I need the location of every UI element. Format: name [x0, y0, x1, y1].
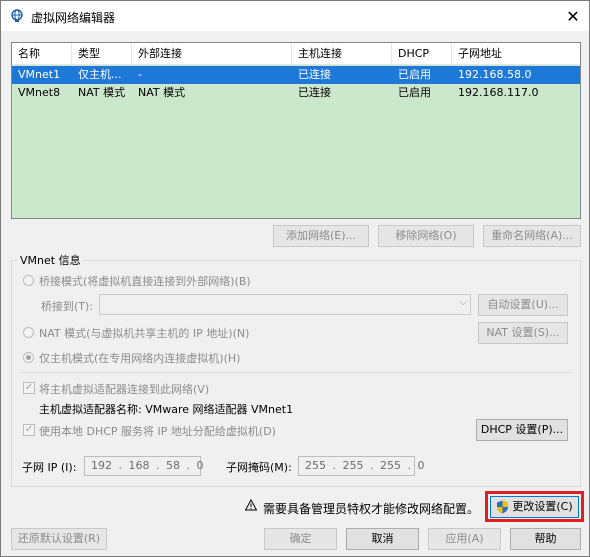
- connect-adapter-checkbox[interactable]: ✓: [23, 382, 35, 394]
- subnet-mask-field[interactable]: 255 . 255 . 255 . 0: [298, 456, 424, 476]
- title-bar: 虚拟网络编辑器 ✕: [1, 1, 589, 31]
- cell-name: VMnet1: [18, 68, 61, 81]
- dhcp-settings-button[interactable]: DHCP 设置(P)...: [476, 419, 568, 441]
- nat-settings-button[interactable]: NAT 设置(S)...: [478, 322, 568, 344]
- cell-external: NAT 模式: [138, 86, 186, 99]
- close-button[interactable]: ✕: [561, 5, 585, 27]
- cell-type: 仅主机...: [78, 68, 122, 81]
- window-title: 虚拟网络编辑器: [31, 11, 116, 25]
- change-settings-label: 更改设置(C): [512, 500, 573, 513]
- table-row[interactable]: VMnet1 仅主机... - 已连接 已启用 192.168.58.0: [12, 66, 580, 84]
- cell-dhcp: 已启用: [398, 86, 431, 99]
- bridge-to-label: 桥接到(T):: [41, 300, 94, 313]
- admin-notice-text: 需要具备管理员特权才能修改网络配置。: [263, 502, 480, 516]
- column-header-dhcp[interactable]: DHCP: [392, 43, 452, 65]
- cell-host: 已连接: [298, 68, 331, 81]
- chevron-down-icon: ⌵: [459, 297, 467, 308]
- cell-subnet: 192.168.117.0: [458, 86, 539, 99]
- column-header-name[interactable]: 名称: [12, 43, 72, 65]
- host-only-radio[interactable]: [23, 352, 34, 363]
- bridge-mode-label: 桥接模式(将虚拟机直接连接到外部网络)(B): [39, 275, 251, 288]
- nat-mode-radio[interactable]: [23, 327, 34, 338]
- warning-icon: [245, 499, 257, 511]
- globe-icon: [11, 9, 23, 22]
- change-settings-button[interactable]: 更改设置(C): [490, 496, 579, 518]
- ok-button[interactable]: 确定: [264, 528, 337, 550]
- restore-defaults-button[interactable]: 还原默认设置(R): [11, 528, 107, 550]
- subnet-ip-label: 子网 IP (I):: [22, 461, 77, 474]
- cell-subnet: 192.168.58.0: [458, 68, 532, 81]
- use-dhcp-label: 使用本地 DHCP 服务将 IP 地址分配给虚拟机(D): [39, 425, 276, 438]
- rename-network-button[interactable]: 重命名网络(A)...: [483, 225, 581, 247]
- shield-icon: [497, 500, 509, 514]
- add-network-button[interactable]: 添加网络(E)...: [273, 225, 369, 247]
- column-header-subnet[interactable]: 子网地址: [452, 43, 580, 65]
- cell-external: -: [138, 68, 142, 81]
- adapter-name-text: 主机虚拟适配器名称: VMware 网络适配器 VMnet1: [39, 403, 294, 416]
- close-icon: ✕: [566, 6, 580, 26]
- virtual-network-editor-window: 虚拟网络编辑器 ✕ 名称 类型 外部连接 主机连接 DHCP 子网地址 VMne…: [0, 0, 590, 557]
- vmnet-info-title: VMnet 信息: [18, 252, 83, 268]
- host-only-label: 仅主机模式(在专用网络内连接虚拟机)(H): [39, 352, 241, 365]
- connect-adapter-label: 将主机虚拟适配器连接到此网络(V): [39, 383, 210, 396]
- bridge-mode-radio[interactable]: [23, 275, 34, 286]
- cell-dhcp: 已启用: [398, 68, 431, 81]
- divider: [21, 372, 571, 373]
- apply-button[interactable]: 应用(A): [428, 528, 501, 550]
- table-header: 名称 类型 外部连接 主机连接 DHCP 子网地址: [12, 43, 580, 65]
- column-header-type[interactable]: 类型: [72, 43, 132, 65]
- column-header-external[interactable]: 外部连接: [132, 43, 292, 65]
- subnet-mask-label: 子网掩码(M):: [226, 461, 292, 474]
- bridge-to-select[interactable]: ⌵: [99, 294, 471, 315]
- network-table[interactable]: 名称 类型 外部连接 主机连接 DHCP 子网地址 VMnet1 仅主机... …: [11, 42, 581, 219]
- subnet-ip-field[interactable]: 192 . 168 . 58 . 0: [84, 456, 203, 476]
- cell-name: VMnet8: [18, 86, 61, 99]
- nat-mode-label: NAT 模式(与虚拟机共享主机的 IP 地址)(N): [39, 327, 250, 340]
- column-header-host[interactable]: 主机连接: [292, 43, 392, 65]
- cell-host: 已连接: [298, 86, 331, 99]
- help-button[interactable]: 帮助: [510, 528, 581, 550]
- table-row[interactable]: VMnet8 NAT 模式 NAT 模式 已连接 已启用 192.168.117…: [12, 84, 580, 102]
- use-dhcp-checkbox[interactable]: ✓: [23, 424, 35, 436]
- remove-network-button[interactable]: 移除网络(O): [378, 225, 474, 247]
- cell-type: NAT 模式: [78, 86, 126, 99]
- cancel-button[interactable]: 取消: [346, 528, 419, 550]
- auto-settings-button[interactable]: 自动设置(U)...: [478, 294, 568, 316]
